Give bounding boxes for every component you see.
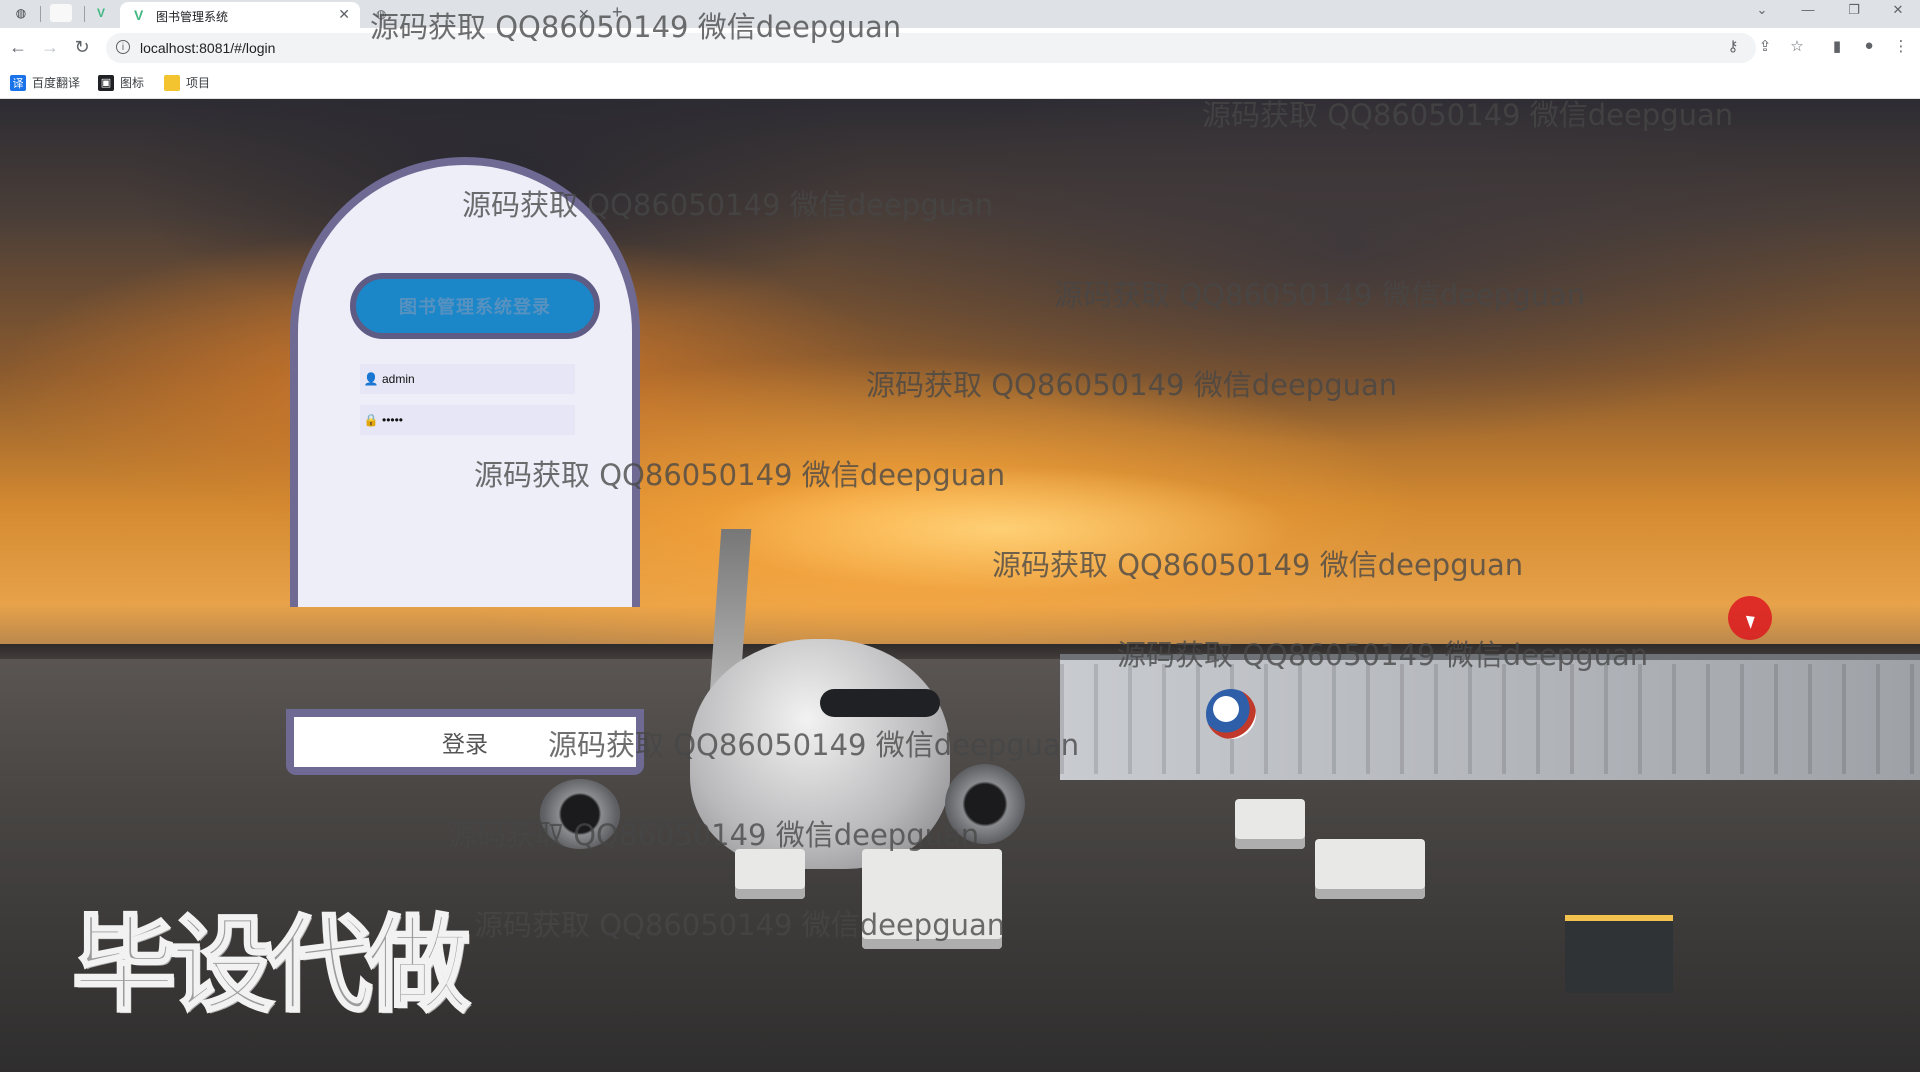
folder-icon [164,74,180,91]
background-jet-bridge-panels [1060,664,1920,774]
picture-icon: ▣ [98,74,114,91]
profile-icon[interactable]: ● [1858,37,1880,54]
watermark: 源码获取 QQ86050149 微信deepguan [1117,638,1649,672]
star-icon[interactable]: ☆ [1786,37,1808,55]
lock-icon: 🔒 [363,413,379,427]
bookmark-item[interactable]: 项目 [164,74,210,91]
tab-separator [40,6,41,22]
bookmark-label: 百度翻译 [32,76,81,90]
watermark: 源码获取 QQ86050149 微信deepguan [866,368,1398,402]
bookmark-item[interactable]: 译 百度翻译 [10,74,80,91]
reload-icon[interactable]: ↻ [70,37,94,58]
tab-strip: ◍ V V 图书管理系统 ✕ ◍ ✕ + ⌄ — ❐ ✕ [0,0,1920,28]
watermark: 源码获取 QQ86050149 微信deepguan [1202,98,1734,132]
key-icon[interactable]: ⚷ [1722,37,1744,55]
watermark: 源码获取 QQ86050149 微信deepguan [1054,278,1586,312]
watermark: 源码获取 QQ86050149 微信deepguan [370,10,902,44]
address-bar[interactable]: i [106,33,1756,63]
forward-icon[interactable]: → [38,37,62,58]
bookmark-item[interactable]: ▣ 图标 [98,74,144,91]
watermark: 源码获取 QQ86050149 微信deepguan [474,458,1006,492]
background-cart [1565,915,1673,993]
username-input[interactable] [382,372,562,386]
globe-icon[interactable]: ◍ [12,4,30,22]
chevron-down-icon[interactable]: ⌄ [1742,2,1782,18]
translate-icon: 译 [10,74,26,91]
vue-tab-icon[interactable]: V [92,4,110,22]
bookmark-label: 图标 [120,76,145,90]
airline-logo-icon [1206,689,1256,739]
tab-separator [84,6,85,22]
background-airplane-cockpit [820,689,940,717]
minimize-icon[interactable]: — [1788,2,1828,17]
background-vehicle [1315,839,1425,899]
username-field[interactable]: 👤 [360,364,575,394]
user-icon: 👤 [363,372,379,386]
login-card: 图书管理系统登录 👤 🔒 [290,157,640,607]
password-input[interactable] [382,413,562,427]
login-title: 图书管理系统登录 [350,273,600,339]
watermark: 源码获取 QQ86050149 微信deepguan [548,728,1080,762]
watermark: 源码获取 QQ86050149 微信deepguan [462,188,994,222]
side-panel-icon[interactable]: ▮ [1826,37,1848,55]
back-icon[interactable]: ← [6,37,30,58]
restore-icon[interactable]: ❐ [1834,2,1874,18]
promo-stamp: 毕设代做 [70,903,471,1028]
vue-logo-icon: V [134,7,144,23]
watermark: 源码获取 QQ86050149 微信deepguan [448,818,980,852]
bookmark-label: 项目 [186,76,211,90]
tab-title: 图书管理系统 [156,10,229,24]
close-window-icon[interactable]: ✕ [1878,2,1918,18]
background-vehicle [1235,799,1305,849]
watermark: 源码获取 QQ86050149 微信deepguan [474,908,1006,942]
info-icon[interactable]: i [116,40,130,54]
close-icon[interactable]: ✕ [338,6,350,23]
background-vehicle [735,849,805,899]
browser-toolbar: ← → ↻ i ⚷ ⇪ ☆ ▮ ● ⋮ [0,28,1920,68]
watermark: 源码获取 QQ86050149 微信deepguan [992,548,1524,582]
menu-icon[interactable]: ⋮ [1890,37,1912,55]
blank-tab-icon[interactable] [50,4,72,22]
tab-active[interactable]: V 图书管理系统 ✕ [120,2,360,28]
password-field[interactable]: 🔒 [360,405,575,435]
share-icon[interactable]: ⇪ [1754,37,1776,55]
